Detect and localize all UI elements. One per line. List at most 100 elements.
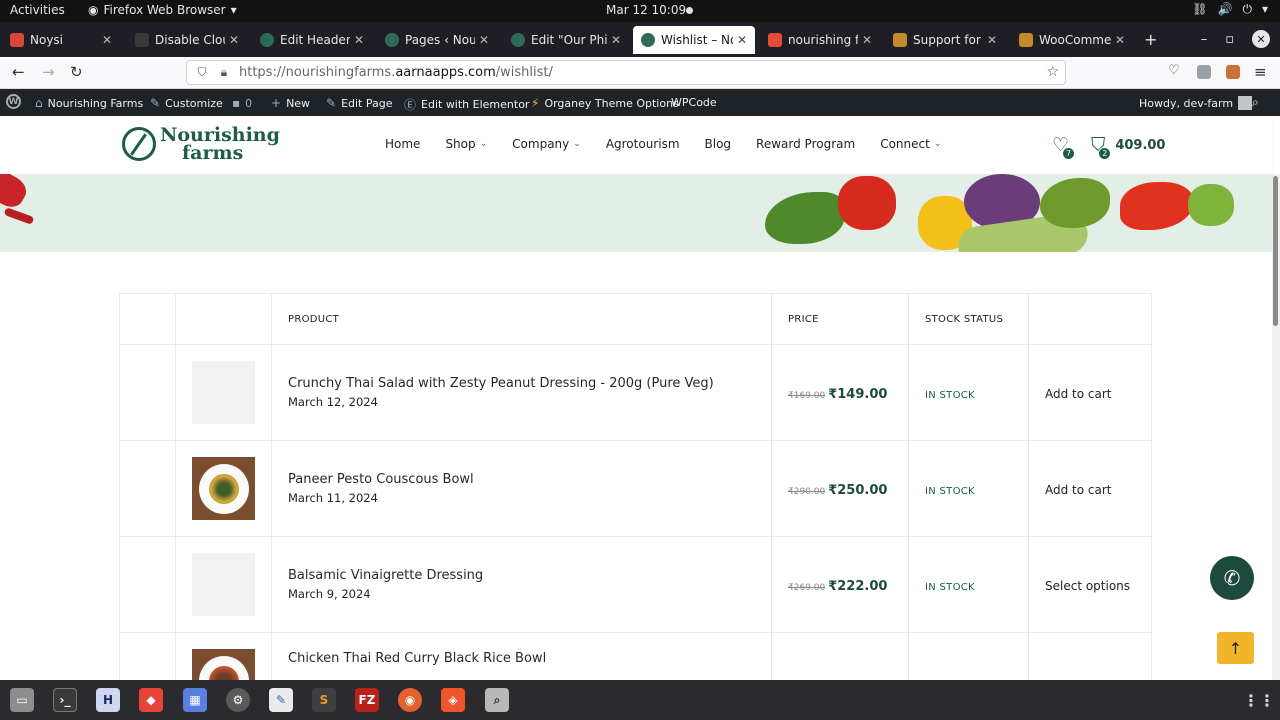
restore-icon[interactable]: ▫ xyxy=(1225,32,1234,47)
menu-item-home[interactable]: Home xyxy=(385,137,420,151)
add-to-cart-button[interactable]: Add to cart xyxy=(1045,387,1112,401)
header-price: PRICE xyxy=(771,293,909,345)
site-logo[interactable]: Nourishing farms xyxy=(122,126,280,163)
tab-pages[interactable]: Pages ‹ Nourish ✕ xyxy=(377,26,497,54)
tab-edit-our-philosophy[interactable]: Edit "Our Philo ✕ xyxy=(503,26,629,54)
tab-title: Disable Cloudfl xyxy=(155,33,225,47)
table-row: Paneer Pesto Couscous Bowl March 11, 202… xyxy=(119,440,1152,537)
sublime-app-icon[interactable]: S xyxy=(312,688,336,712)
admin-account-link[interactable]: Howdy, dev-farm xyxy=(1139,96,1253,110)
site-favicon-icon xyxy=(893,33,907,47)
clock[interactable]: Mar 12 10:09 xyxy=(606,3,686,17)
scrollbar-thumb[interactable] xyxy=(1273,176,1278,326)
menu-item-company[interactable]: Company ⌄ xyxy=(512,137,581,151)
minimize-icon[interactable]: – xyxy=(1201,32,1208,47)
app-menu-label: Firefox Web Browser xyxy=(103,3,226,17)
close-icon[interactable]: ✕ xyxy=(987,33,997,47)
page-banner xyxy=(0,174,1272,252)
red-pepper-icon xyxy=(1120,182,1194,230)
bookmark-star-icon[interactable]: ☆ xyxy=(1046,64,1059,80)
product-name-link[interactable]: Chicken Thai Red Curry Black Rice Bowl xyxy=(288,651,771,666)
screenshot-app-icon[interactable]: ▦ xyxy=(183,688,207,712)
pocket-icon[interactable]: ♡ xyxy=(1168,63,1180,78)
price-cell: ₹169.00 ₹149.00 xyxy=(771,344,909,441)
brave-app-icon[interactable]: ◈ xyxy=(441,688,465,712)
site-favicon-icon xyxy=(260,33,274,47)
lock-icon[interactable]: 🔒︎ xyxy=(217,65,231,80)
extension-icon[interactable] xyxy=(1226,65,1240,79)
admin-search-icon[interactable]: ⌕ xyxy=(1252,95,1259,110)
app-grid-icon[interactable]: ⋮⋮ xyxy=(1243,688,1275,712)
close-icon[interactable]: ✕ xyxy=(862,33,872,47)
back-to-top-button[interactable]: ↑ xyxy=(1217,632,1254,664)
anydesk-app-icon[interactable]: ◆ xyxy=(139,688,163,712)
files-app-icon[interactable]: ▭ xyxy=(10,688,34,712)
admin-site-label: Nourishing Farms xyxy=(47,96,144,110)
forward-arrow-icon[interactable]: → xyxy=(42,63,55,81)
activities-button[interactable]: Activities xyxy=(10,3,65,17)
cart-bag-icon[interactable]: ⛉ 2 xyxy=(1091,134,1112,160)
product-placeholder-image[interactable] xyxy=(192,553,255,616)
menu-item-agrotourism[interactable]: Agrotourism xyxy=(606,137,680,151)
menu-item-shop[interactable]: Shop ⌄ xyxy=(445,137,487,151)
product-cell: Paneer Pesto Couscous Bowl March 11, 202… xyxy=(271,440,772,537)
close-icon[interactable]: ✕ xyxy=(479,33,489,47)
product-placeholder-image[interactable] xyxy=(192,361,255,424)
admin-edit-page-link[interactable]: ✎ Edit Page xyxy=(326,96,393,110)
product-name-link[interactable]: Balsamic Vinaigrette Dressing xyxy=(288,568,771,583)
product-name-link[interactable]: Crunchy Thai Salad with Zesty Peanut Dre… xyxy=(288,376,771,391)
hcode-app-icon[interactable]: H xyxy=(96,688,120,712)
select-options-button[interactable]: Select options xyxy=(1045,579,1130,593)
terminal-app-icon[interactable]: ›_ xyxy=(53,688,77,712)
new-tab-plus-icon[interactable]: + xyxy=(1144,30,1157,49)
close-icon[interactable]: ✕ xyxy=(1115,33,1125,47)
add-to-cart-button[interactable]: Add to cart xyxy=(1045,483,1112,497)
cart-total[interactable]: 409.00 xyxy=(1115,138,1165,153)
table-row: Balsamic Vinaigrette Dressing March 9, 2… xyxy=(119,536,1152,633)
settings-app-icon[interactable]: ⚙ xyxy=(226,688,250,712)
menu-hamburger-icon[interactable]: ≡ xyxy=(1254,63,1267,81)
tab-wishlist[interactable]: Wishlist – Nour ✕ xyxy=(633,26,755,54)
tab-edit-header[interactable]: Edit Header Fo ✕ xyxy=(252,26,372,54)
menu-item-reward-program[interactable]: Reward Program xyxy=(756,137,855,151)
admin-elementor-link[interactable]: Ⓔ Edit with Elementor xyxy=(404,96,529,113)
wishlist-heart-icon[interactable]: ♡ 7 xyxy=(1052,134,1076,160)
whatsapp-chat-button[interactable]: ✆ xyxy=(1210,556,1254,600)
window-close-icon[interactable]: ✕ xyxy=(1252,30,1270,48)
shield-icon[interactable]: ⛉ xyxy=(195,65,209,80)
product-image[interactable] xyxy=(192,457,255,520)
filezilla-app-icon[interactable]: FZ xyxy=(355,688,379,712)
tab-support[interactable]: Support for On ✕ xyxy=(885,26,1005,54)
tab-title: Noysi xyxy=(30,33,64,47)
back-arrow-icon[interactable]: ← xyxy=(12,63,25,81)
tab-noysi[interactable]: Noysi ✕ xyxy=(2,26,120,54)
close-icon[interactable]: ✕ xyxy=(354,33,364,47)
added-date: March 11, 2024 xyxy=(288,491,378,505)
text-editor-app-icon[interactable]: ✎ xyxy=(269,688,293,712)
admin-customize-link[interactable]: ✎ Customize xyxy=(150,96,223,110)
url-bar[interactable]: ⛉ 🔒︎ https://nourishingfarms.aarnaapps.c… xyxy=(186,60,1066,85)
app-menu[interactable]: ◉ Firefox Web Browser ▾ xyxy=(88,3,237,17)
extension-icon[interactable] xyxy=(1197,65,1211,79)
admin-wpcode-link[interactable]: WPCode xyxy=(671,96,717,109)
close-icon[interactable]: ✕ xyxy=(737,33,747,47)
tab-woocommerce[interactable]: WooCommerce ✕ xyxy=(1011,26,1133,54)
tab-disable-cloudflare[interactable]: Disable Cloudfl ✕ xyxy=(127,26,247,54)
firefox-app-icon[interactable]: ◉ xyxy=(398,688,422,712)
leaf-logo-icon xyxy=(122,127,156,161)
wordpress-logo-icon[interactable]: W xyxy=(6,94,21,109)
admin-theme-options-link[interactable]: ⚡ Organey Theme Options xyxy=(531,96,679,110)
close-icon[interactable]: ✕ xyxy=(102,33,112,47)
image-viewer-app-icon[interactable]: ⌕ xyxy=(485,688,509,712)
tab-nourishing-farm[interactable]: nourishing farm ✕ xyxy=(760,26,880,54)
reload-icon[interactable]: ↻ xyxy=(70,63,83,81)
close-icon[interactable]: ✕ xyxy=(229,33,239,47)
close-icon[interactable]: ✕ xyxy=(611,33,621,47)
menu-item-blog[interactable]: Blog xyxy=(705,137,732,151)
system-tray[interactable]: ⛓ 🔊 ⏻ ▾ xyxy=(1192,2,1268,17)
admin-new-link[interactable]: + New xyxy=(271,96,310,110)
admin-comments-link[interactable]: ▪ 0 xyxy=(232,96,252,110)
admin-site-link[interactable]: ⌂ Nourishing Farms xyxy=(35,96,143,110)
product-name-link[interactable]: Paneer Pesto Couscous Bowl xyxy=(288,472,771,487)
menu-item-connect[interactable]: Connect ⌄ xyxy=(880,137,941,151)
